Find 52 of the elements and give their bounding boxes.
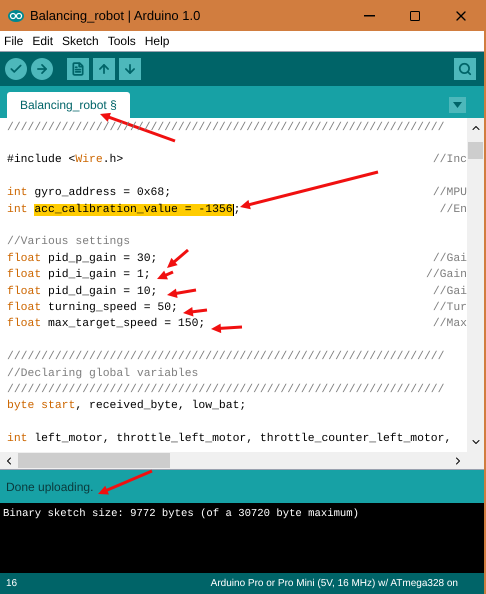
caret-icon (453, 102, 462, 108)
console-line: Binary sketch size: 9772 bytes (of a 30720 byte maximum) (3, 507, 360, 522)
code-comment: //Inc (432, 152, 467, 168)
code-line: float pid_p_gain = 30; (7, 252, 158, 267)
board-info: Arduino Pro or Pro Mini (5V, 16 MHz) w/ ATmega328 on (210, 577, 458, 591)
code-line: byte start, received_byte, low_bat; (7, 398, 246, 414)
tab[interactable]: Balancing_robot § (7, 92, 130, 118)
code-line: #include <Wire.h> (7, 152, 124, 168)
code-comment: //Gai (432, 284, 467, 300)
menu-item[interactable]: Edit (32, 32, 54, 50)
search-button[interactable] (454, 58, 476, 80)
horizontal-scrollbar[interactable] (0, 452, 484, 469)
status-message: Done uploading. (6, 478, 94, 496)
window-title: Balancing_robot | Arduino 1.0 (30, 6, 200, 25)
arrow-right-button[interactable] (31, 58, 53, 80)
code-line: //////////////////////////////////////////////////////////////// (7, 382, 444, 398)
code-line: //Various settings (7, 234, 130, 250)
check-button[interactable] (5, 58, 27, 80)
arrow-down-button[interactable] (119, 58, 141, 80)
menu-item[interactable]: Help (144, 32, 170, 50)
arrow-up-button[interactable] (93, 58, 115, 80)
code-comment: //Tur (432, 300, 467, 316)
code-line: float pid_i_gain = 1; (7, 268, 151, 284)
search-icon (458, 62, 472, 76)
code-line: //////////////////////////////////////////////////////////////// (7, 350, 444, 366)
code-line: float pid_d_gain = 10; (7, 284, 158, 300)
maximize-icon (409, 10, 421, 22)
menu-item[interactable]: File (4, 32, 24, 50)
code-line: int left_motor, throttle_left_motor, throttle_counter_left_motor, (7, 432, 452, 448)
tab-menu-button[interactable] (449, 97, 466, 113)
code-comment: //En (440, 202, 467, 218)
minimize-icon (364, 14, 374, 16)
code-line: int acc_calibration_value = -1356; (7, 202, 240, 218)
code-comment: //Max (432, 316, 467, 332)
document-icon (71, 62, 85, 76)
line-number: 16 (6, 577, 18, 591)
menu-item[interactable]: Tools (108, 32, 136, 50)
document-button[interactable] (67, 58, 89, 80)
arrow-right-icon (35, 62, 49, 76)
menu-item[interactable]: Sketch (62, 32, 99, 50)
code-line: int gyro_address = 0x68; (7, 186, 172, 202)
code-comment: //MPU (432, 186, 467, 202)
scroll-thumb[interactable] (468, 142, 483, 159)
code-comment: //Gain (426, 268, 467, 284)
app-logo-icon (8, 10, 24, 22)
code-line: //Declaring global variables (7, 366, 198, 382)
check-icon (9, 62, 23, 76)
code-line: float turning_speed = 50; (7, 300, 178, 316)
vertical-scrollbar[interactable] (467, 118, 484, 452)
code-line: float max_target_speed = 150; (7, 316, 206, 332)
scroll-thumb[interactable] (18, 453, 170, 468)
code-comment: //Gai (432, 252, 467, 267)
